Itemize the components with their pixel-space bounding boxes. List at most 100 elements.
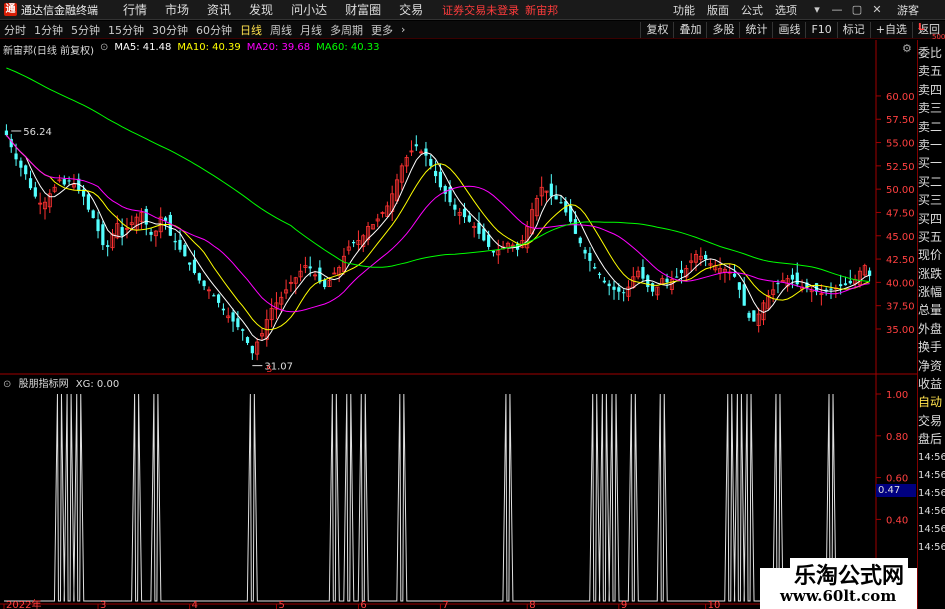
menu-item-trade[interactable]: 交易 bbox=[390, 1, 432, 18]
tab-daily[interactable]: 日线 bbox=[236, 22, 266, 38]
sidebar-label: 交易 bbox=[918, 413, 943, 428]
sidebar-label: 买二 bbox=[918, 174, 943, 189]
candle-body bbox=[583, 249, 587, 254]
xg-current-value: 0.47 bbox=[876, 484, 916, 497]
candle-body bbox=[602, 280, 606, 283]
menu-function[interactable]: 功能 bbox=[667, 2, 701, 18]
sidebar-label: 外盘 bbox=[918, 321, 943, 336]
candle-body bbox=[149, 231, 153, 235]
candle-body bbox=[737, 282, 741, 290]
add-watchlist-button[interactable]: +自选 bbox=[869, 21, 912, 38]
candle-body bbox=[33, 187, 37, 197]
indicator-tick-label: 0.40 bbox=[886, 515, 908, 526]
settings-circle-icon[interactable]: ⊙ bbox=[100, 42, 108, 57]
sidebar-label: 收益 bbox=[918, 377, 943, 392]
tab-intraday[interactable]: 分时 bbox=[0, 22, 30, 38]
candle-body bbox=[67, 180, 71, 182]
tab-more[interactable]: 更多 bbox=[367, 22, 397, 38]
statistics-button[interactable]: 统计 bbox=[739, 21, 772, 38]
menu-item-news[interactable]: 资讯 bbox=[198, 1, 240, 18]
candle-body bbox=[554, 195, 558, 200]
price-tick-label: 47.50 bbox=[886, 208, 915, 219]
max-price-label: 56.24 bbox=[23, 127, 52, 138]
menu-item-ask[interactable]: 问小达 bbox=[282, 1, 336, 18]
menu-item-quotes[interactable]: 行情 bbox=[114, 1, 156, 18]
watermark-url: www.60lt.com bbox=[780, 587, 897, 605]
price-tick-label: 40.00 bbox=[886, 278, 915, 289]
candle-body bbox=[612, 286, 616, 290]
candle-body bbox=[96, 219, 100, 232]
date-tick-label: 8 bbox=[529, 600, 535, 609]
draw-line-button[interactable]: 画线 bbox=[772, 21, 805, 38]
close-icon[interactable]: ✕ bbox=[867, 3, 887, 16]
dropdown-icon[interactable]: ▾ bbox=[807, 3, 827, 16]
tab-15min[interactable]: 15分钟 bbox=[104, 22, 148, 38]
stock-name-link[interactable]: 新宙邦 bbox=[525, 2, 558, 18]
maximize-icon[interactable]: ▢ bbox=[847, 3, 867, 16]
f10-button[interactable]: F10 bbox=[805, 21, 836, 38]
overlay-button[interactable]: 叠加 bbox=[673, 21, 706, 38]
candle-body bbox=[318, 267, 322, 283]
price-tick-label: 52.50 bbox=[886, 162, 915, 173]
tab-multi-period[interactable]: 多周期 bbox=[326, 22, 367, 38]
candle-body bbox=[573, 219, 578, 234]
gear-icon[interactable]: ⚙ bbox=[902, 42, 912, 55]
price-tick-label: 37.50 bbox=[886, 302, 915, 313]
account-status-notice[interactable]: 证券交易未登录 bbox=[442, 2, 519, 18]
candle-body bbox=[197, 273, 201, 281]
tab-60min[interactable]: 60分钟 bbox=[192, 22, 236, 38]
indicator-tick-label: 0.60 bbox=[886, 474, 908, 485]
candle-body bbox=[617, 287, 621, 292]
ma-line-ma60 bbox=[6, 67, 870, 283]
sidebar-label: 盘后 bbox=[918, 432, 943, 447]
tab-5min[interactable]: 5分钟 bbox=[67, 22, 104, 38]
date-tick-label: 2022年 bbox=[6, 598, 41, 609]
chevron-right-icon[interactable]: › bbox=[397, 23, 409, 36]
multi-stock-button[interactable]: 多股 bbox=[706, 21, 739, 38]
candle-body bbox=[144, 208, 148, 225]
tab-monthly[interactable]: 月线 bbox=[296, 22, 326, 38]
candle-body bbox=[646, 275, 650, 288]
sidebar-label: 卖二 bbox=[918, 119, 943, 134]
candle-body bbox=[414, 144, 418, 147]
candle-body bbox=[429, 158, 433, 166]
candle-body bbox=[559, 202, 563, 204]
date-tick-label: 10 bbox=[708, 600, 721, 609]
candle-body bbox=[183, 244, 187, 257]
candle-body bbox=[482, 228, 486, 241]
candle-body bbox=[192, 259, 197, 274]
tab-30min[interactable]: 30分钟 bbox=[148, 22, 192, 38]
menu-item-market[interactable]: 市场 bbox=[156, 1, 198, 18]
candle-body bbox=[24, 165, 28, 175]
mark-button[interactable]: 标记 bbox=[836, 21, 870, 38]
candle-body bbox=[433, 170, 438, 177]
candle-body bbox=[28, 178, 33, 189]
candle-body bbox=[231, 312, 235, 322]
candle-body bbox=[776, 283, 780, 285]
sidebar-time: 14:56 bbox=[918, 505, 945, 517]
menu-item-community[interactable]: 财富圈 bbox=[336, 1, 390, 18]
menu-item-discover[interactable]: 发现 bbox=[240, 1, 282, 18]
candle-body bbox=[101, 224, 105, 246]
candle-body bbox=[704, 254, 708, 260]
app-title: 通达信金融终端 bbox=[21, 3, 98, 17]
menu-options[interactable]: 选项 bbox=[769, 2, 803, 18]
menu-layout[interactable]: 版面 bbox=[701, 2, 735, 18]
tab-1min[interactable]: 1分钟 bbox=[30, 22, 67, 38]
sidebar-label: 换手 bbox=[918, 340, 943, 355]
menu-formula[interactable]: 公式 bbox=[735, 2, 769, 18]
candle-body bbox=[795, 272, 799, 285]
tab-weekly[interactable]: 周线 bbox=[266, 22, 296, 38]
watermark-name: 乐淘公式网 bbox=[790, 558, 909, 590]
candle-body bbox=[14, 153, 18, 160]
adjust-button[interactable]: 复权 bbox=[640, 21, 673, 38]
kline-chart[interactable]: 35.00 37.50 40.00 42.50 45.00 47.50 50.00 52.50… bbox=[0, 40, 917, 609]
ma20-label: MA20: 39.68 bbox=[246, 42, 311, 53]
minimize-icon[interactable]: — bbox=[827, 3, 847, 16]
guest-label[interactable]: 游客 bbox=[897, 2, 919, 18]
candle-body bbox=[120, 227, 124, 236]
settings-circle-icon[interactable]: ⊙ bbox=[3, 379, 11, 390]
candle-body bbox=[178, 239, 182, 250]
date-tick-label: 3 bbox=[100, 600, 106, 609]
price-tick-label: 45.00 bbox=[886, 232, 915, 243]
